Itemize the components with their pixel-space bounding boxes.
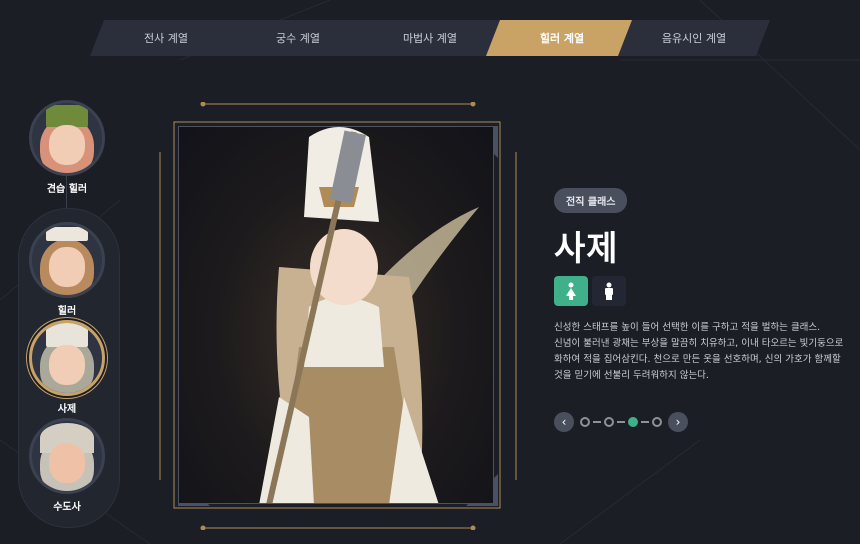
- tab-label: 음유시인 계열: [661, 32, 727, 45]
- char-label: 견습 힐러: [46, 184, 88, 195]
- tab-label: 궁수 계열: [276, 32, 320, 45]
- class-info: 전직 클래스 사제 신성한 스태프를 높이 들어 선택한 이를 구하고 적을 벌…: [554, 188, 854, 384]
- tab-archer[interactable]: 궁수 계열: [222, 20, 374, 56]
- next-button[interactable]: ›: [668, 412, 688, 432]
- description-line: 것을 믿기에 선불리 두려워하지 않는다.: [554, 370, 709, 381]
- pager-dot[interactable]: [652, 417, 662, 427]
- male-button[interactable]: [592, 276, 626, 306]
- description-line: 신념이 불러낸 광채는 부상을 말끔히 치유하고, 이내 타오르는 빛기둥으로: [554, 338, 844, 349]
- class-badge: 전직 클래스: [554, 188, 628, 213]
- chevron-right-icon: ›: [675, 415, 681, 429]
- class-description: 신성한 스태프를 높이 들어 선택한 이를 구하고 적을 벌하는 클래스. 신념…: [554, 320, 850, 384]
- chevron-left-icon: ‹: [561, 415, 567, 429]
- tab-bard[interactable]: 음유시인 계열: [618, 20, 770, 56]
- gender-selector: [554, 276, 854, 306]
- char-label: 힐러: [57, 306, 77, 317]
- avatar: [29, 222, 105, 298]
- class-tab-bar: 전사 계열 궁수 계열 마법사 계열 힐러 계열 음유시인 계열: [90, 20, 780, 56]
- pager-dot[interactable]: [580, 417, 590, 427]
- char-label: 수도사: [53, 502, 81, 513]
- character-portrait-frame: [158, 102, 518, 530]
- char-label: 사제: [57, 404, 77, 415]
- pager-dot[interactable]: [604, 417, 614, 427]
- pager-dot-active[interactable]: [628, 417, 638, 427]
- tab-warrior[interactable]: 전사 계열: [90, 20, 242, 56]
- avatar: [29, 320, 105, 396]
- tab-mage[interactable]: 마법사 계열: [354, 20, 506, 56]
- tab-label: 힐러 계열: [539, 32, 585, 45]
- avatar: [29, 418, 105, 494]
- class-title: 사제: [554, 229, 619, 269]
- tab-label: 전사 계열: [144, 32, 188, 45]
- char-apprentice-healer[interactable]: 견습 힐러: [26, 100, 108, 195]
- tab-label: 마법사 계열: [402, 32, 458, 45]
- prev-button[interactable]: ‹: [554, 412, 574, 432]
- male-icon: [605, 282, 613, 300]
- female-button[interactable]: [554, 276, 588, 306]
- portrait-area: [178, 126, 494, 504]
- description-line: 화하여 적을 집어삼킨다. 천으로 만든 옷을 선호하며, 신의 가호가 함께할: [554, 354, 841, 365]
- class-pager: ‹ ›: [554, 412, 688, 432]
- char-priest[interactable]: 사제: [26, 320, 108, 415]
- description-line: 신성한 스태프를 높이 들어 선택한 이를 구하고 적을 벌하는 클래스.: [554, 322, 821, 333]
- priest-illustration: [259, 127, 479, 503]
- char-monk[interactable]: 수도사: [26, 418, 108, 513]
- char-healer[interactable]: 힐러: [26, 222, 108, 317]
- female-icon: [566, 282, 576, 300]
- avatar: [29, 100, 105, 176]
- tab-healer[interactable]: 힐러 계열: [486, 20, 638, 56]
